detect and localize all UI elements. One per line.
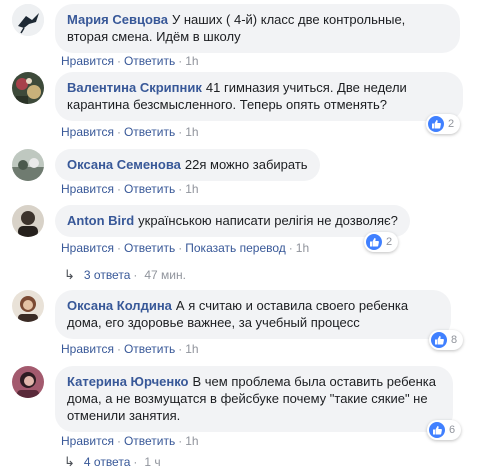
comment-text: українською написати релігія не дозволяє… [138, 213, 398, 228]
reply-link[interactable]: Ответить [124, 342, 175, 356]
reaction-number: 2 [386, 236, 393, 248]
reaction-count[interactable]: 2 [364, 232, 399, 252]
comment-author[interactable]: Мария Севцова [67, 12, 168, 27]
reply-link[interactable]: Ответить [124, 434, 175, 448]
reaction-number: 8 [451, 334, 458, 346]
comment-text: 22я можно забирать [184, 157, 308, 172]
comment-time[interactable]: 1h [185, 182, 198, 196]
comment-time[interactable]: 1h [185, 54, 198, 68]
thumbs-up-icon [366, 234, 382, 250]
reply-link[interactable]: Ответить [124, 54, 175, 68]
comment-bubble: Валентина Скрипник 41 гимназия учиться. Д… [55, 72, 463, 121]
avatar[interactable] [12, 205, 44, 237]
reply-link[interactable]: Ответить [124, 241, 175, 255]
thumbs-up-icon [428, 116, 444, 132]
comment-actions: Нравится · Ответить · 1h [61, 434, 199, 448]
comment-time[interactable]: 1h [185, 434, 198, 448]
comment-author[interactable]: Катерина Юрченко [67, 374, 188, 389]
comment-bubble: Оксана Семенова 22я можно забирать [55, 149, 320, 181]
comment-time[interactable]: 1h [296, 241, 309, 255]
comment-actions: Нравится · Ответить · 1h [61, 125, 199, 139]
comment-actions: Нравится · Ответить · 1h [61, 54, 199, 68]
replies-count[interactable]: 4 ответа [84, 455, 130, 469]
avatar[interactable] [12, 290, 44, 322]
reply-link[interactable]: Ответить [124, 182, 175, 196]
avatar[interactable] [12, 149, 44, 181]
comment-author[interactable]: Оксана Семенова [67, 157, 181, 172]
like-link[interactable]: Нравится [61, 241, 114, 255]
comment-bubble: Оксана Колдина А я считаю и оставила свое… [55, 290, 451, 339]
avatar[interactable] [12, 4, 44, 36]
comment-bubble: Anton Bird українською написати релігія н… [55, 205, 410, 237]
replies-time: 47 мин. [144, 268, 186, 282]
like-link[interactable]: Нравится [61, 342, 114, 356]
comment-actions: Нравится · Ответить · 1h [61, 182, 199, 196]
reply-link[interactable]: Ответить [124, 125, 175, 139]
replies-time: 1 ч [144, 455, 161, 469]
comment-time[interactable]: 1h [185, 125, 198, 139]
comment-author[interactable]: Anton Bird [67, 213, 134, 228]
reaction-count[interactable]: 2 [426, 114, 461, 134]
comment-actions: Нравится · Ответить · 1h [61, 342, 199, 356]
reaction-count[interactable]: 8 [429, 330, 464, 350]
reply-arrow-icon: ↳ [64, 267, 75, 282]
replies-count[interactable]: 3 ответа [84, 268, 130, 282]
comment-actions: Нравится · Ответить · Показать перевод · 1h [61, 241, 310, 255]
thumbs-up-icon [431, 332, 447, 348]
comment-author[interactable]: Оксана Колдина [67, 298, 172, 313]
like-link[interactable]: Нравится [61, 182, 114, 196]
reply-arrow-icon: ↳ [64, 454, 75, 469]
view-replies[interactable]: ↳ 4 ответа · 1 ч [64, 454, 161, 470]
avatar[interactable] [12, 366, 44, 398]
like-link[interactable]: Нравится [61, 434, 114, 448]
avatar[interactable] [12, 72, 44, 104]
translate-link[interactable]: Показать перевод [185, 241, 286, 255]
reaction-number: 2 [448, 118, 455, 130]
comment-author[interactable]: Валентина Скрипник [67, 80, 202, 95]
like-link[interactable]: Нравится [61, 54, 114, 68]
comment-bubble: Мария Севцова У наших ( 4-й) класс две ко… [55, 4, 460, 53]
thumbs-up-icon [429, 422, 445, 438]
reaction-count[interactable]: 6 [427, 420, 462, 440]
view-replies[interactable]: ↳ 3 ответа · 47 мин. [64, 267, 186, 283]
like-link[interactable]: Нравится [61, 125, 114, 139]
comment-bubble: Катерина Юрченко В чем проблема была оста… [55, 366, 453, 432]
reaction-number: 6 [449, 424, 456, 436]
comment-time[interactable]: 1h [185, 342, 198, 356]
